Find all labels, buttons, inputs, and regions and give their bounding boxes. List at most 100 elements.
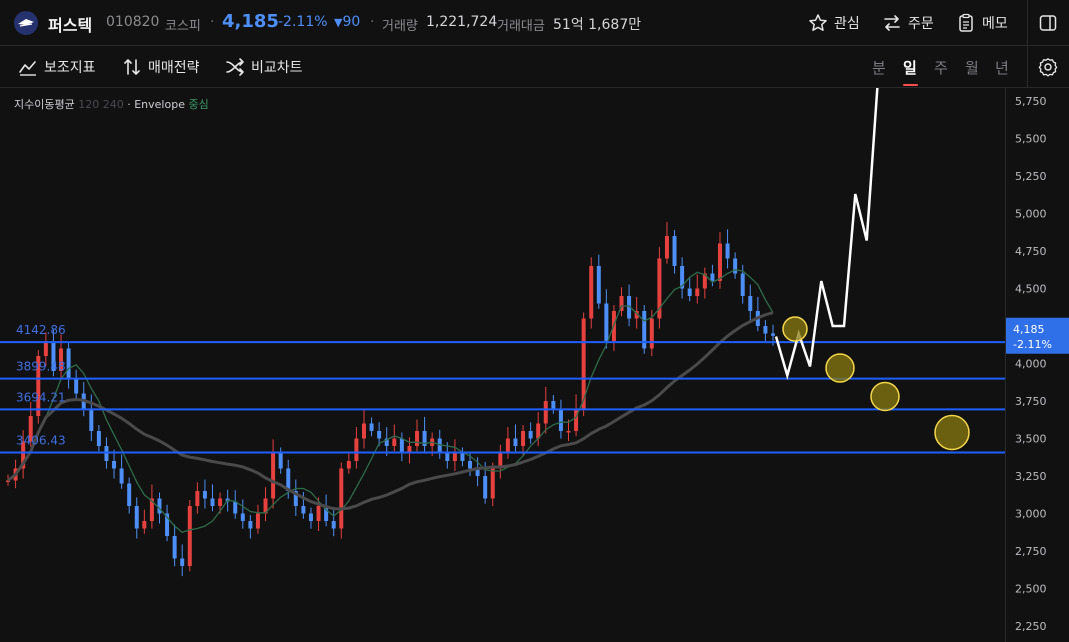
compare-label: 비교차트 <box>251 60 303 76</box>
buy-sell-arrows-icon <box>124 59 140 75</box>
candle-body <box>180 558 185 566</box>
candle-body <box>596 266 601 304</box>
y-tick-label: 3,250 <box>1015 470 1047 483</box>
change-percent: -2.11% <box>278 14 328 30</box>
candle-body <box>308 513 313 521</box>
separator-dot: · <box>370 14 375 30</box>
chart-toolbar: 보조지표 매매전략 비교차트 분 일 주 월 년 <box>0 46 1069 88</box>
target-circle <box>870 381 900 412</box>
candle-body <box>490 468 495 499</box>
memo-label: 메모 <box>982 16 1008 32</box>
candle-body <box>771 333 775 336</box>
watch-label: 관심 <box>834 16 860 32</box>
compare-button[interactable]: 비교차트 <box>225 57 303 77</box>
candle-body <box>172 536 177 559</box>
candle-body <box>157 498 162 514</box>
gear-icon <box>1038 58 1058 77</box>
candle-body <box>672 236 677 266</box>
amount-value: 51억 1,687만 <box>553 17 642 33</box>
timeframe-minute[interactable]: 분 <box>872 57 886 78</box>
y-tick-label: 5,500 <box>1015 133 1047 146</box>
candle-body <box>521 431 526 446</box>
candle-body <box>505 438 510 454</box>
candle-body <box>589 266 594 319</box>
envelope-label: Envelope <box>134 98 185 111</box>
strategy-button[interactable]: 매매전략 <box>122 57 200 77</box>
candle-body <box>66 348 71 379</box>
candle-body <box>74 378 79 394</box>
star-icon <box>809 14 827 31</box>
horizontal-level-label: 3406.43 <box>16 434 66 448</box>
timeframe-year[interactable]: 년 <box>995 57 1009 78</box>
candle-body <box>233 501 238 514</box>
timeframe-day[interactable]: 일 <box>903 57 917 78</box>
panel-toggle-button[interactable] <box>1038 11 1058 35</box>
y-tick-label: 2,750 <box>1015 545 1047 558</box>
candle-body <box>468 461 473 469</box>
candle-body <box>460 453 465 461</box>
candle-body <box>354 438 359 461</box>
y-tick-label: 3,750 <box>1015 395 1047 408</box>
candle-body <box>740 273 745 296</box>
compare-cross-icon <box>226 58 244 76</box>
candle-body <box>112 461 117 469</box>
candle-body <box>339 468 344 529</box>
candle-body <box>271 453 276 499</box>
candle-body <box>119 468 124 484</box>
candle-body <box>574 408 579 431</box>
legend-separator: · <box>127 98 131 111</box>
y-tick-label: 2,250 <box>1015 620 1047 633</box>
candle-body <box>316 506 321 521</box>
candle-body <box>528 431 533 439</box>
target-circle <box>825 353 855 383</box>
memo-button[interactable]: 메모 <box>956 11 1008 35</box>
candle-body <box>551 401 556 409</box>
order-button[interactable]: 주문 <box>882 11 934 35</box>
candle-body <box>513 438 518 446</box>
volume-label: 거래량 <box>382 19 418 34</box>
y-tick-label: 5,000 <box>1015 208 1047 221</box>
candle-body <box>392 438 397 446</box>
y-tick-label: 2,500 <box>1015 583 1047 596</box>
ma-label: 지수이동평균 <box>14 98 75 111</box>
watch-button[interactable]: 관심 <box>808 11 860 35</box>
order-label: 주문 <box>908 16 934 32</box>
candle-body <box>377 431 382 439</box>
sidebar-panel-icon <box>1039 15 1057 31</box>
indicators-button[interactable]: 보조지표 <box>18 57 96 77</box>
candle-body <box>195 491 200 506</box>
volume-value: 1,221,724 <box>426 14 498 30</box>
candle-body <box>437 438 442 454</box>
candle-body <box>255 513 260 529</box>
y-tick-label: 3,000 <box>1015 508 1047 521</box>
top-bar: 퍼스텍 010820 코스피 · 4,185 -2.11% ▼90 · 거래량 … <box>0 0 1069 46</box>
candle-body <box>218 498 223 506</box>
y-tick-label: 4,500 <box>1015 283 1047 296</box>
candle-body <box>240 513 245 521</box>
current-price-label: 4,185 <box>1013 323 1045 336</box>
horizontal-level-label: 4142.86 <box>16 323 66 337</box>
y-tick-label: 5,250 <box>1015 170 1047 183</box>
chart-settings-button[interactable] <box>1038 57 1058 77</box>
amount-label: 거래대금 <box>497 19 545 34</box>
candle-body <box>96 431 101 446</box>
stock-name[interactable]: 퍼스텍 <box>48 12 92 36</box>
candle-body <box>733 258 738 274</box>
candle-body <box>649 318 654 349</box>
candle-body <box>248 521 253 529</box>
candle-body <box>142 521 147 529</box>
candle-body <box>415 431 420 446</box>
timeframe-month[interactable]: 월 <box>965 57 979 78</box>
timeframe-week[interactable]: 주 <box>934 57 948 78</box>
candle-body <box>399 438 404 454</box>
candle-body <box>483 476 488 499</box>
candle-body <box>346 461 351 469</box>
y-tick-label: 4,750 <box>1015 245 1047 258</box>
price-chart[interactable]: 5,7505,5005,2505,0004,7504,5004,2504,000… <box>0 88 1069 642</box>
candle-body <box>187 506 192 566</box>
candle-body <box>710 273 715 281</box>
target-circle <box>782 316 808 342</box>
change-amount: ▼90 <box>334 14 360 30</box>
current-price: 4,185 <box>222 11 279 32</box>
divider <box>1027 46 1028 88</box>
